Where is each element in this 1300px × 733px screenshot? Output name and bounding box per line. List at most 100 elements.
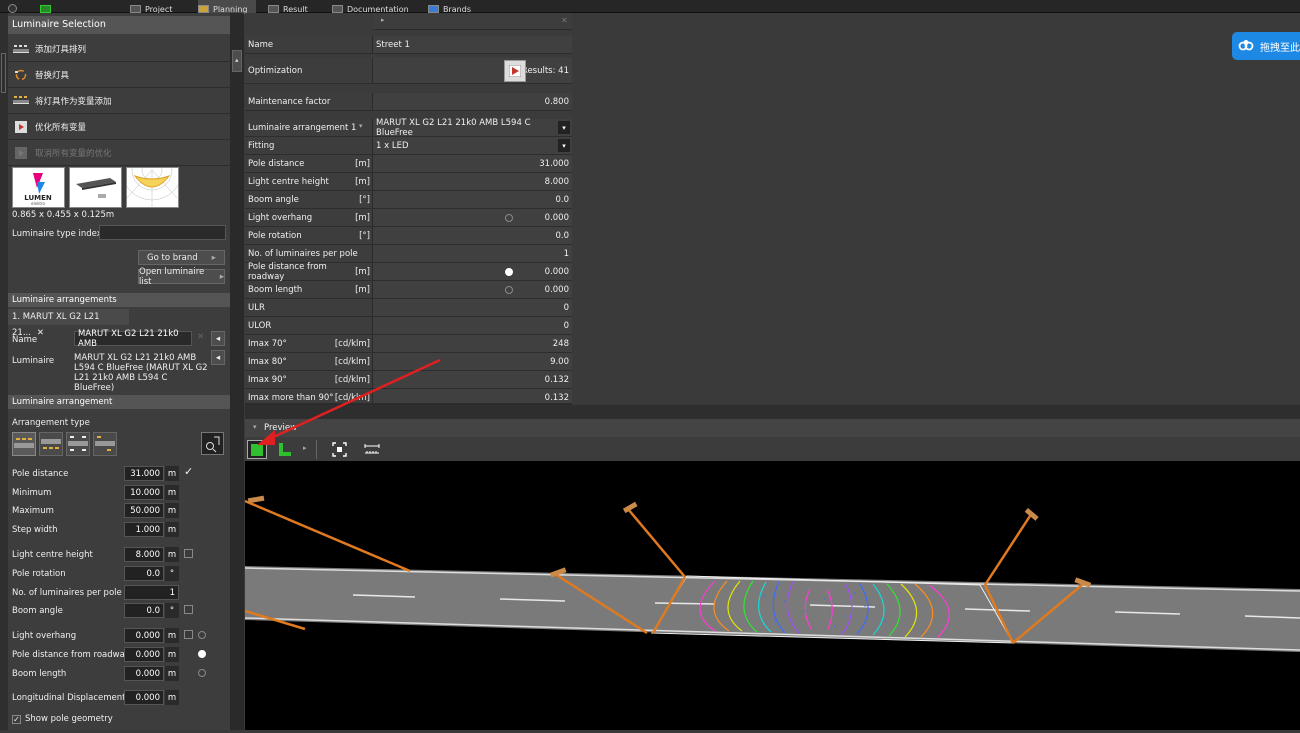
grid-row-key: Pole distance from roadway bbox=[248, 261, 327, 282]
grid-radio-selected[interactable] bbox=[505, 268, 513, 276]
chevron-left-icon[interactable]: ◂ bbox=[211, 331, 225, 346]
pole-distance-radio[interactable] bbox=[198, 650, 206, 658]
light-distribution-diagram[interactable] bbox=[121, 139, 183, 208]
left-panel-scrollbar[interactable]: ▴ bbox=[230, 13, 244, 730]
arrangement-row-input[interactable]: 1.000 bbox=[124, 522, 164, 537]
arrangement-row-input[interactable]: 1 bbox=[124, 585, 179, 600]
replace-luminaire-item[interactable]: 替换灯具 bbox=[8, 63, 230, 88]
arrangement-row-input[interactable]: 10.000 bbox=[124, 485, 164, 500]
single-sided-bottom-option[interactable] bbox=[12, 432, 36, 456]
ok-icon[interactable] bbox=[40, 0, 62, 13]
grid-row: Optimization Results: 41 bbox=[245, 58, 572, 84]
light-overhang-checkbox[interactable] bbox=[184, 630, 193, 639]
chevron-down-icon[interactable]: ▾ bbox=[558, 121, 570, 134]
single-sided-top-option[interactable] bbox=[39, 432, 63, 456]
double-sided-opposite-option[interactable] bbox=[66, 432, 90, 456]
tab-result[interactable]: Result bbox=[268, 0, 320, 14]
drag-here-badge[interactable]: 拖拽至此 bbox=[1232, 32, 1300, 60]
chevron-left-icon[interactable]: ◂ bbox=[211, 350, 225, 365]
tab-brands[interactable]: Brands bbox=[428, 0, 480, 14]
grid-row-value[interactable]: Results: 41 bbox=[373, 58, 572, 83]
clear-icon[interactable]: ✕ bbox=[197, 332, 204, 342]
grid-radio[interactable] bbox=[505, 286, 513, 294]
open-luminaire-list-button[interactable]: Open luminaire list ▸ bbox=[138, 267, 225, 287]
grid-row-value[interactable]: 0.000 bbox=[373, 209, 572, 226]
checkbox-checked-icon[interactable]: ✓ bbox=[184, 465, 193, 478]
checkbox-checked-icon[interactable]: ✓ bbox=[12, 714, 21, 724]
arrangement-row-input[interactable]: 0.000 bbox=[124, 690, 164, 705]
grid-row: No. of luminaires per pole 1 bbox=[245, 245, 572, 263]
grid-row-key: Fitting bbox=[248, 140, 275, 151]
replace-icon bbox=[13, 69, 29, 81]
arrangement-row-input[interactable]: 0.000 bbox=[124, 647, 164, 662]
grid-row-value[interactable]: 0.000 bbox=[373, 281, 572, 298]
tab-planning[interactable]: Planning bbox=[198, 0, 256, 14]
grid-row-value[interactable]: 0 bbox=[373, 299, 572, 316]
add-as-variant-item[interactable]: 将灯具作为变量添加 bbox=[8, 89, 230, 114]
luminaire-image[interactable] bbox=[69, 167, 122, 208]
grid-row-key: Name bbox=[248, 39, 274, 50]
arrangement-row-input[interactable]: 0.000 bbox=[124, 666, 164, 681]
grid-row-value[interactable]: 1 x LED ▾ bbox=[373, 137, 572, 154]
close-icon[interactable]: ✕ bbox=[561, 16, 568, 25]
road-3d-view[interactable] bbox=[244, 461, 1300, 730]
scrollbar-thumb[interactable]: ▴ bbox=[232, 50, 242, 72]
show-pole-geometry[interactable]: ✓ Show pole geometry bbox=[12, 714, 113, 724]
type-index-input[interactable] bbox=[99, 225, 226, 240]
arrangement-row-input[interactable]: 0.0 bbox=[124, 566, 164, 581]
light-overhang-radio[interactable] bbox=[198, 631, 206, 639]
grid-row-value[interactable]: 0.000 bbox=[373, 263, 572, 280]
grid-row-value[interactable]: 0.800 bbox=[373, 93, 572, 110]
arrangement-row-input[interactable]: 0.0 bbox=[124, 603, 164, 618]
grid-row-value[interactable]: 1 bbox=[373, 245, 572, 262]
grid-row-value[interactable]: MARUT XL G2 L21 21k0 AMB L594 C BlueFree… bbox=[373, 118, 572, 138]
grid-row-value[interactable]: 0 bbox=[373, 317, 572, 334]
expand-icon[interactable]: ▸ bbox=[381, 16, 385, 24]
arrangement-name-input[interactable]: MARUT XL G2 L21 21k0 AMB bbox=[74, 329, 192, 349]
arrangement-tab[interactable]: 1. MARUT XL G2 L21 21... ✕ bbox=[8, 309, 129, 338]
grid-row-unit: [m] bbox=[355, 176, 370, 187]
arrangement-row-input[interactable]: 0.000 bbox=[124, 628, 164, 643]
grid-row-key: ULOR bbox=[248, 320, 272, 331]
grid-row: Name Street 1 bbox=[245, 36, 572, 54]
arrangement-row-unit: ° bbox=[165, 603, 179, 618]
tab-documentation[interactable]: Documentation bbox=[332, 0, 416, 14]
grid-row-value[interactable]: Street 1 bbox=[373, 36, 572, 53]
double-sided-staggered-option[interactable] bbox=[93, 432, 117, 456]
chevron-down-icon[interactable]: ▾ bbox=[359, 122, 363, 130]
arrangement-type-selector bbox=[12, 432, 120, 456]
grid-radio[interactable] bbox=[505, 214, 513, 222]
arrangement-name-label: Name bbox=[12, 335, 38, 345]
boom-angle-checkbox[interactable] bbox=[184, 605, 193, 614]
optimize-run-button[interactable] bbox=[504, 60, 526, 82]
brand-logo[interactable]: LUMEN elektro bbox=[12, 167, 65, 208]
luminaire-selection-title: Luminaire Selection bbox=[8, 16, 230, 34]
grid-row-unit: [m] bbox=[355, 158, 370, 169]
arrangement-row-input[interactable]: 50.000 bbox=[124, 503, 164, 518]
preview-canvas[interactable] bbox=[244, 461, 1300, 730]
grid-row-unit: [°] bbox=[359, 194, 370, 205]
arrangement-row-input[interactable]: 8.000 bbox=[124, 547, 164, 562]
documentation-icon bbox=[332, 5, 343, 13]
grid-row-value[interactable]: 0.0 bbox=[373, 191, 572, 208]
add-arrangement-item[interactable]: 添加灯具排列 bbox=[8, 37, 230, 62]
grid-row-key: No. of luminaires per pole bbox=[248, 248, 358, 259]
play-icon bbox=[509, 65, 521, 77]
chevron-down-icon[interactable]: ▾ bbox=[558, 139, 570, 152]
variant-icon bbox=[13, 95, 29, 107]
optimize-all-item[interactable]: 优化所有变量 bbox=[8, 115, 230, 140]
tab-project[interactable]: Project bbox=[130, 0, 190, 14]
light-centre-height-checkbox[interactable] bbox=[184, 549, 193, 558]
grid-row-value[interactable]: 31.000 bbox=[373, 155, 572, 172]
go-to-brand-button[interactable]: Go to brand ▸ bbox=[138, 250, 225, 265]
arrangement-row-unit: m bbox=[165, 466, 179, 481]
arrangement-row-input[interactable]: 31.000 bbox=[124, 466, 164, 481]
close-icon[interactable]: ✕ bbox=[37, 328, 44, 338]
cancel-optimization-item[interactable]: 取消所有变量的优化 bbox=[8, 141, 230, 166]
boom-length-radio[interactable] bbox=[198, 669, 206, 677]
grid-row-value[interactable]: 0.0 bbox=[373, 227, 572, 244]
grid-row-value[interactable]: 8.000 bbox=[373, 173, 572, 190]
zoom-pole-icon[interactable] bbox=[201, 432, 224, 455]
back-icon[interactable] bbox=[8, 0, 30, 13]
arrangement-row-unit: m bbox=[165, 522, 179, 537]
